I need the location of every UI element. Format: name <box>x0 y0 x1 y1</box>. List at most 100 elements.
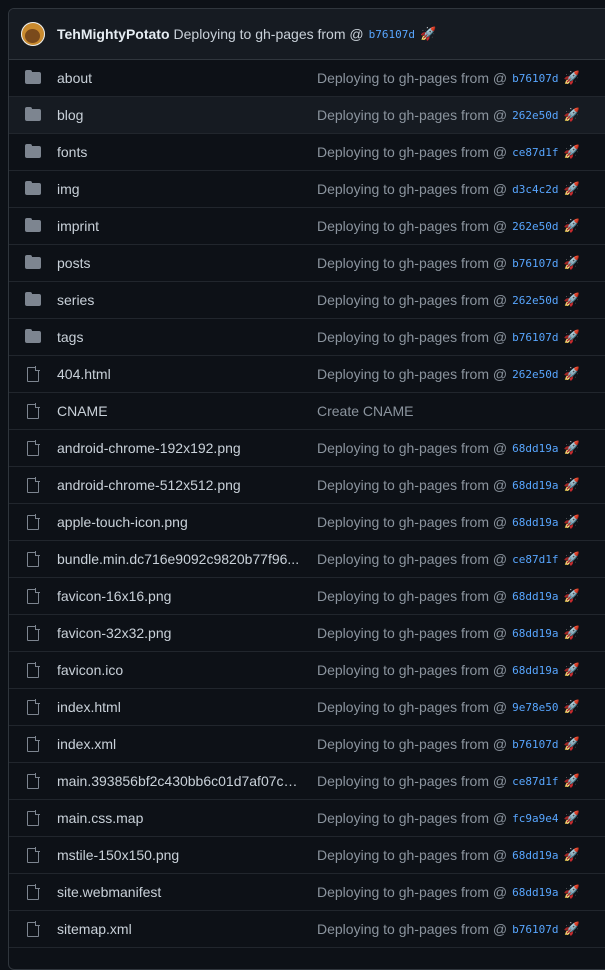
file-row[interactable]: favicon-16x16.png Deploying to gh-pages f… <box>9 578 605 615</box>
commit-sha-link[interactable]: b76107d <box>512 257 558 270</box>
file-row[interactable]: bundle.min.dc716e9092c9820b77f96... Deplo… <box>9 541 605 578</box>
file-name-link[interactable]: tags <box>57 329 302 345</box>
file-name-link[interactable]: android-chrome-192x192.png <box>57 440 302 456</box>
commit-sha-link[interactable]: ce87d1f <box>512 775 558 788</box>
file-row[interactable]: sitemap.xml Deploying to gh-pages from @ b… <box>9 911 605 948</box>
commit-sha-link[interactable]: 68dd19a <box>512 664 558 677</box>
commit-message-link[interactable]: Deploying to gh-pages from @ <box>317 292 507 308</box>
commit-message-link[interactable]: Deploying to gh-pages from @ <box>317 440 507 456</box>
file-name-link[interactable]: CNAME <box>57 403 302 419</box>
commit-message-link[interactable]: Deploying to gh-pages from @ <box>317 144 507 160</box>
file-name-link[interactable]: site.webmanifest <box>57 884 302 900</box>
commit-sha-link[interactable]: 68dd19a <box>512 442 558 455</box>
file-row[interactable]: favicon.ico Deploying to gh-pages from @ 6… <box>9 652 605 689</box>
commit-sha-link[interactable]: b76107d <box>369 28 415 41</box>
file-row[interactable]: series Deploying to gh-pages from @ 262e50… <box>9 282 605 319</box>
commit-sha-link[interactable]: ce87d1f <box>512 553 558 566</box>
commit-sha-link[interactable]: b76107d <box>512 72 558 85</box>
file-row[interactable]: main.393856bf2c430bb6c01d7af07c6... Deplo… <box>9 763 605 800</box>
commit-sha-link[interactable]: 262e50d <box>512 368 558 381</box>
commit-author-link[interactable]: TehMightyPotato <box>57 26 170 42</box>
commit-message-link[interactable]: Deploying to gh-pages from @ <box>317 218 507 234</box>
file-row[interactable]: mstile-150x150.png Deploying to gh-pages … <box>9 837 605 874</box>
file-name-link[interactable]: sitemap.xml <box>57 921 302 937</box>
file-row[interactable]: site.webmanifest Deploying to gh-pages fr… <box>9 874 605 911</box>
file-row[interactable]: fonts Deploying to gh-pages from @ ce87d1f… <box>9 134 605 171</box>
commit-message-link[interactable]: Deploying to gh-pages from @ <box>317 255 507 271</box>
commit-message-link[interactable]: Deploying to gh-pages from @ <box>317 70 507 86</box>
commit-message-link[interactable]: Deploying to gh-pages from @ <box>317 588 507 604</box>
file-name-link[interactable]: mstile-150x150.png <box>57 847 302 863</box>
commit-sha-link[interactable]: 68dd19a <box>512 886 558 899</box>
commit-sha-link[interactable]: 68dd19a <box>512 590 558 603</box>
file-row[interactable]: apple-touch-icon.png Deploying to gh-page… <box>9 504 605 541</box>
file-name-link[interactable]: series <box>57 292 302 308</box>
file-name-link[interactable]: main.393856bf2c430bb6c01d7af07c6... <box>57 773 302 789</box>
file-name-link[interactable]: android-chrome-512x512.png <box>57 477 302 493</box>
file-name-link[interactable]: index.xml <box>57 736 302 752</box>
commit-message-link[interactable]: Deploying to gh-pages from @ <box>317 662 507 678</box>
commit-sha-link[interactable]: b76107d <box>512 923 558 936</box>
file-name-link[interactable]: imprint <box>57 218 302 234</box>
file-name-link[interactable]: index.html <box>57 699 302 715</box>
commit-sha-link[interactable]: 68dd19a <box>512 849 558 862</box>
commit-sha-link[interactable]: b76107d <box>512 738 558 751</box>
file-row[interactable]: android-chrome-192x192.png Deploying to g… <box>9 430 605 467</box>
commit-message-link[interactable]: Create CNAME <box>317 403 413 419</box>
file-name-link[interactable]: fonts <box>57 144 302 160</box>
file-name-link[interactable]: blog <box>57 107 302 123</box>
commit-message-link[interactable]: Deploying to gh-pages from @ <box>317 810 507 826</box>
file-name-link[interactable]: img <box>57 181 302 197</box>
file-row[interactable]: posts Deploying to gh-pages from @ b76107d… <box>9 245 605 282</box>
file-row[interactable]: CNAME Create CNAME <box>9 393 605 430</box>
file-name-link[interactable]: favicon-32x32.png <box>57 625 302 641</box>
rocket-emoji: 🚀 <box>563 440 580 455</box>
file-name-link[interactable]: favicon-16x16.png <box>57 588 302 604</box>
commit-message-link[interactable]: Deploying to gh-pages from @ <box>317 514 507 530</box>
commit-message-link[interactable]: Deploying to gh-pages from @ <box>317 107 507 123</box>
file-name-link[interactable]: apple-touch-icon.png <box>57 514 302 530</box>
file-row[interactable]: favicon-32x32.png Deploying to gh-pages f… <box>9 615 605 652</box>
file-row[interactable]: android-chrome-512x512.png Deploying to g… <box>9 467 605 504</box>
commit-sha-link[interactable]: b76107d <box>512 331 558 344</box>
commit-message[interactable]: Deploying to gh-pages from @ <box>174 26 364 42</box>
file-row[interactable]: index.xml Deploying to gh-pages from @ b76… <box>9 726 605 763</box>
file-row[interactable]: blog Deploying to gh-pages from @ 262e50d 🚀 <box>9 97 605 134</box>
file-row[interactable]: about Deploying to gh-pages from @ b76107d… <box>9 60 605 97</box>
commit-message-link[interactable]: Deploying to gh-pages from @ <box>317 921 507 937</box>
file-name-link[interactable]: 404.html <box>57 366 302 382</box>
commit-sha-link[interactable]: fc9a9e4 <box>512 812 558 825</box>
commit-message-link[interactable]: Deploying to gh-pages from @ <box>317 551 507 567</box>
file-row[interactable]: tags Deploying to gh-pages from @ b76107d 🚀 <box>9 319 605 356</box>
commit-message-link[interactable]: Deploying to gh-pages from @ <box>317 329 507 345</box>
file-row[interactable]: index.html Deploying to gh-pages from @ 9e… <box>9 689 605 726</box>
file-row[interactable]: imprint Deploying to gh-pages from @ 262e5… <box>9 208 605 245</box>
file-name-link[interactable]: about <box>57 70 302 86</box>
file-name-link[interactable]: main.css.map <box>57 810 302 826</box>
commit-sha-link[interactable]: 68dd19a <box>512 516 558 529</box>
file-row[interactable]: main.css.map Deploying to gh-pages from @… <box>9 800 605 837</box>
commit-message-link[interactable]: Deploying to gh-pages from @ <box>317 366 507 382</box>
file-row[interactable]: img Deploying to gh-pages from @ d3c4c2d 🚀 <box>9 171 605 208</box>
file-row[interactable]: 404.html Deploying to gh-pages from @ 262e… <box>9 356 605 393</box>
commit-sha-link[interactable]: 68dd19a <box>512 627 558 640</box>
file-name-link[interactable]: favicon.ico <box>57 662 302 678</box>
commit-sha-link[interactable]: 262e50d <box>512 294 558 307</box>
commit-message-link[interactable]: Deploying to gh-pages from @ <box>317 736 507 752</box>
commit-message-link[interactable]: Deploying to gh-pages from @ <box>317 625 507 641</box>
commit-sha-link[interactable]: ce87d1f <box>512 146 558 159</box>
file-name-link[interactable]: bundle.min.dc716e9092c9820b77f96... <box>57 551 302 567</box>
commit-message-link[interactable]: Deploying to gh-pages from @ <box>317 847 507 863</box>
commit-sha-link[interactable]: 262e50d <box>512 109 558 122</box>
commit-message-link[interactable]: Deploying to gh-pages from @ <box>317 181 507 197</box>
author-avatar[interactable] <box>21 22 45 46</box>
commit-message-link[interactable]: Deploying to gh-pages from @ <box>317 699 507 715</box>
commit-sha-link[interactable]: 9e78e50 <box>512 701 558 714</box>
commit-message-link[interactable]: Deploying to gh-pages from @ <box>317 884 507 900</box>
commit-sha-link[interactable]: 68dd19a <box>512 479 558 492</box>
commit-sha-link[interactable]: d3c4c2d <box>512 183 558 196</box>
file-name-link[interactable]: posts <box>57 255 302 271</box>
commit-message-link[interactable]: Deploying to gh-pages from @ <box>317 773 507 789</box>
commit-message-link[interactable]: Deploying to gh-pages from @ <box>317 477 507 493</box>
commit-sha-link[interactable]: 262e50d <box>512 220 558 233</box>
